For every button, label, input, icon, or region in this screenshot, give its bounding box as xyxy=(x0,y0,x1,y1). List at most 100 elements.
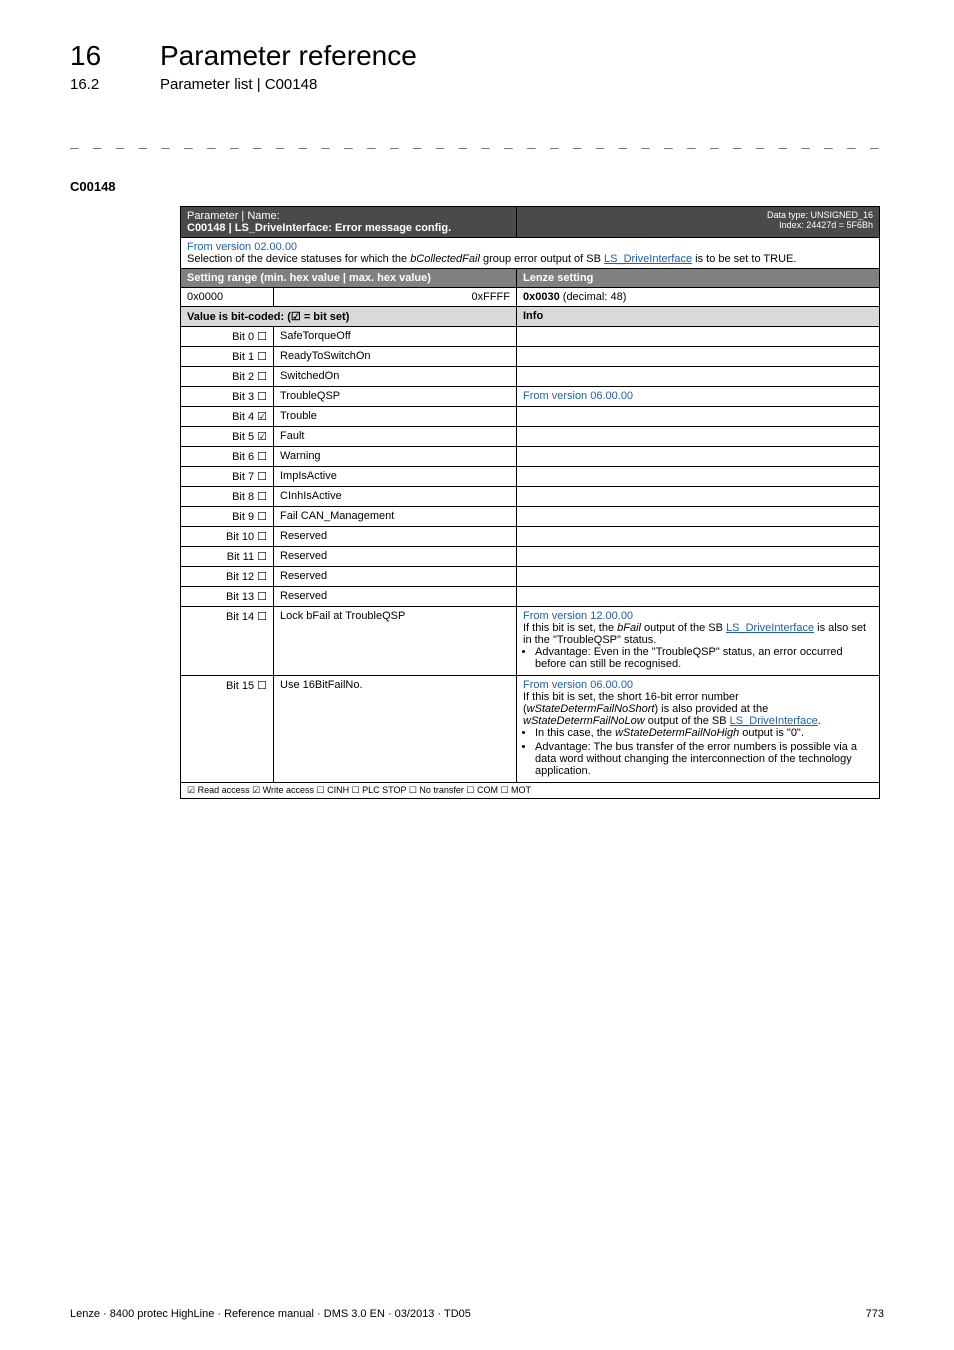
param-name-label: Parameter | Name: xyxy=(187,210,280,222)
divider-dashes: _ _ _ _ _ _ _ _ _ _ _ _ _ _ _ _ _ _ _ _ … xyxy=(70,133,884,149)
link[interactable]: LS_DriveInterface xyxy=(730,715,818,727)
footer-left: Lenze · 8400 protec HighLine · Reference… xyxy=(70,1308,471,1320)
bit-label: Bit 14 ☐ xyxy=(181,607,274,676)
bit15-bullet2: Advantage: The bus transfer of the error… xyxy=(535,741,873,777)
param-index: Index: 24427d = 5F6Bh xyxy=(779,220,873,230)
param-header-cell: Parameter | Name: C00148 | LS_DriveInter… xyxy=(181,207,517,238)
bit-name: Lock bFail at TroubleQSP xyxy=(274,607,517,676)
txt-ital: wStateDetermFailNoShort xyxy=(527,703,655,715)
txt-ital: wStateDetermFailNoHigh xyxy=(615,727,739,739)
bit-label: Bit 13 ☐ xyxy=(181,587,274,607)
link[interactable]: LS_DriveInterface xyxy=(726,622,814,634)
access-flags: ☑ Read access ☑ Write access ☐ CINH ☐ PL… xyxy=(181,783,880,799)
from-version-top: From version 02.00.00 xyxy=(187,241,297,253)
bit-info xyxy=(517,587,880,607)
desc-text: Selection of the device statuses for whi… xyxy=(187,253,796,265)
bit-label: Bit 11 ☐ xyxy=(181,547,274,567)
section-number: 16.2 xyxy=(70,76,130,93)
param-datatype-cell: Data type: UNSIGNED_16 Index: 24427d = 5… xyxy=(517,207,880,238)
bit-label: Bit 9 ☐ xyxy=(181,507,274,527)
bit-name: Reserved xyxy=(274,587,517,607)
param-name-value: C00148 | LS_DriveInterface: Error messag… xyxy=(187,222,451,234)
txt: output of the SB xyxy=(645,715,730,727)
lenze-setting-header: Lenze setting xyxy=(517,269,880,288)
bit-name: ImpIsActive xyxy=(274,467,517,487)
bit-name: Trouble xyxy=(274,407,517,427)
bit-info xyxy=(517,367,880,387)
bit-name: Use 16BitFailNo. xyxy=(274,676,517,783)
bit-name: Fail CAN_Management xyxy=(274,507,517,527)
bit-info xyxy=(517,487,880,507)
bit-info xyxy=(517,447,880,467)
param-desc-cell: From version 02.00.00 Selection of the d… xyxy=(181,238,880,269)
txt: output is "0". xyxy=(739,727,804,739)
bit-label: Bit 2 ☐ xyxy=(181,367,274,387)
bit15-bullet1: In this case, the wStateDetermFailNoHigh… xyxy=(535,727,873,739)
from-version: From version 12.00.00 xyxy=(523,610,633,622)
bit-name: CInhIsActive xyxy=(274,487,517,507)
desc-pre: Selection of the device statuses for whi… xyxy=(187,253,410,265)
bit-info xyxy=(517,347,880,367)
range-min: 0x0000 xyxy=(181,288,274,307)
chapter-title: Parameter reference xyxy=(160,40,417,72)
bit14-bullet: Advantage: Even in the "TroubleQSP" stat… xyxy=(535,646,873,670)
param-datatype: Data type: UNSIGNED_16 xyxy=(767,210,873,220)
bit-label: Bit 7 ☐ xyxy=(181,467,274,487)
setting-range-header: Setting range (min. hex value | max. hex… xyxy=(181,269,517,288)
bitcoded-header: Value is bit-coded: (☑ = bit set) xyxy=(181,307,517,327)
bit-info xyxy=(517,427,880,447)
bit-label: Bit 10 ☐ xyxy=(181,527,274,547)
footer-page-number: 773 xyxy=(866,1308,884,1320)
default-value: 0x0030 (decimal: 48) xyxy=(517,288,880,307)
desc-ital: bCollectedFail xyxy=(410,253,480,265)
info-header: Info xyxy=(517,307,880,327)
bit-name: SwitchedOn xyxy=(274,367,517,387)
bit-label: Bit 6 ☐ xyxy=(181,447,274,467)
desc-mid: group error output of SB xyxy=(480,253,604,265)
bit-label: Bit 3 ☐ xyxy=(181,387,274,407)
bit-info xyxy=(517,407,880,427)
section-title: Parameter list | C00148 xyxy=(160,76,317,93)
bit-info xyxy=(517,327,880,347)
txt: output of the SB xyxy=(641,622,726,634)
desc-post: is to be set to TRUE. xyxy=(692,253,796,265)
param-code-heading: C00148 xyxy=(70,179,884,194)
bit15-info: From version 06.00.00 If this bit is set… xyxy=(517,676,880,783)
default-dec: (decimal: 48) xyxy=(560,291,627,303)
bit15-text: If this bit is set, the short 16-bit err… xyxy=(523,691,821,727)
txt-ital: wStateDetermFailNoLow xyxy=(523,715,645,727)
chapter-number: 16 xyxy=(70,40,130,72)
bit-label: Bit 15 ☐ xyxy=(181,676,274,783)
bit-name: Fault xyxy=(274,427,517,447)
from-version: From version 06.00.00 xyxy=(523,679,633,691)
bit-name: Warning xyxy=(274,447,517,467)
bit-label: Bit 0 ☐ xyxy=(181,327,274,347)
bit-label: Bit 4 ☑ xyxy=(181,407,274,427)
parameter-table: Parameter | Name: C00148 | LS_DriveInter… xyxy=(180,206,880,799)
bit-name: TroubleQSP xyxy=(274,387,517,407)
bit-info xyxy=(517,567,880,587)
bit-name: ReadyToSwitchOn xyxy=(274,347,517,367)
bit-name: Reserved xyxy=(274,547,517,567)
txt: In this case, the xyxy=(535,727,615,739)
bit-name: Reserved xyxy=(274,527,517,547)
desc-link[interactable]: LS_DriveInterface xyxy=(604,253,692,265)
txt: . xyxy=(818,715,821,727)
default-hex: 0x0030 xyxy=(523,291,560,303)
bit-label: Bit 12 ☐ xyxy=(181,567,274,587)
bit-label: Bit 8 ☐ xyxy=(181,487,274,507)
bit-info xyxy=(517,467,880,487)
bit-info: From version 06.00.00 xyxy=(517,387,880,407)
txt-ital: bFail xyxy=(617,622,641,634)
bit-info xyxy=(517,507,880,527)
bit-name: SafeTorqueOff xyxy=(274,327,517,347)
bit-name: Reserved xyxy=(274,567,517,587)
range-max: 0xFFFF xyxy=(274,288,517,307)
bit-info xyxy=(517,527,880,547)
txt: If this bit is set, the xyxy=(523,622,617,634)
bit14-info: From version 12.00.00 If this bit is set… xyxy=(517,607,880,676)
bit-label: Bit 5 ☑ xyxy=(181,427,274,447)
bit-info xyxy=(517,547,880,567)
bit14-text: If this bit is set, the bFail output of … xyxy=(523,622,866,646)
txt: ) is also provided at the xyxy=(654,703,768,715)
